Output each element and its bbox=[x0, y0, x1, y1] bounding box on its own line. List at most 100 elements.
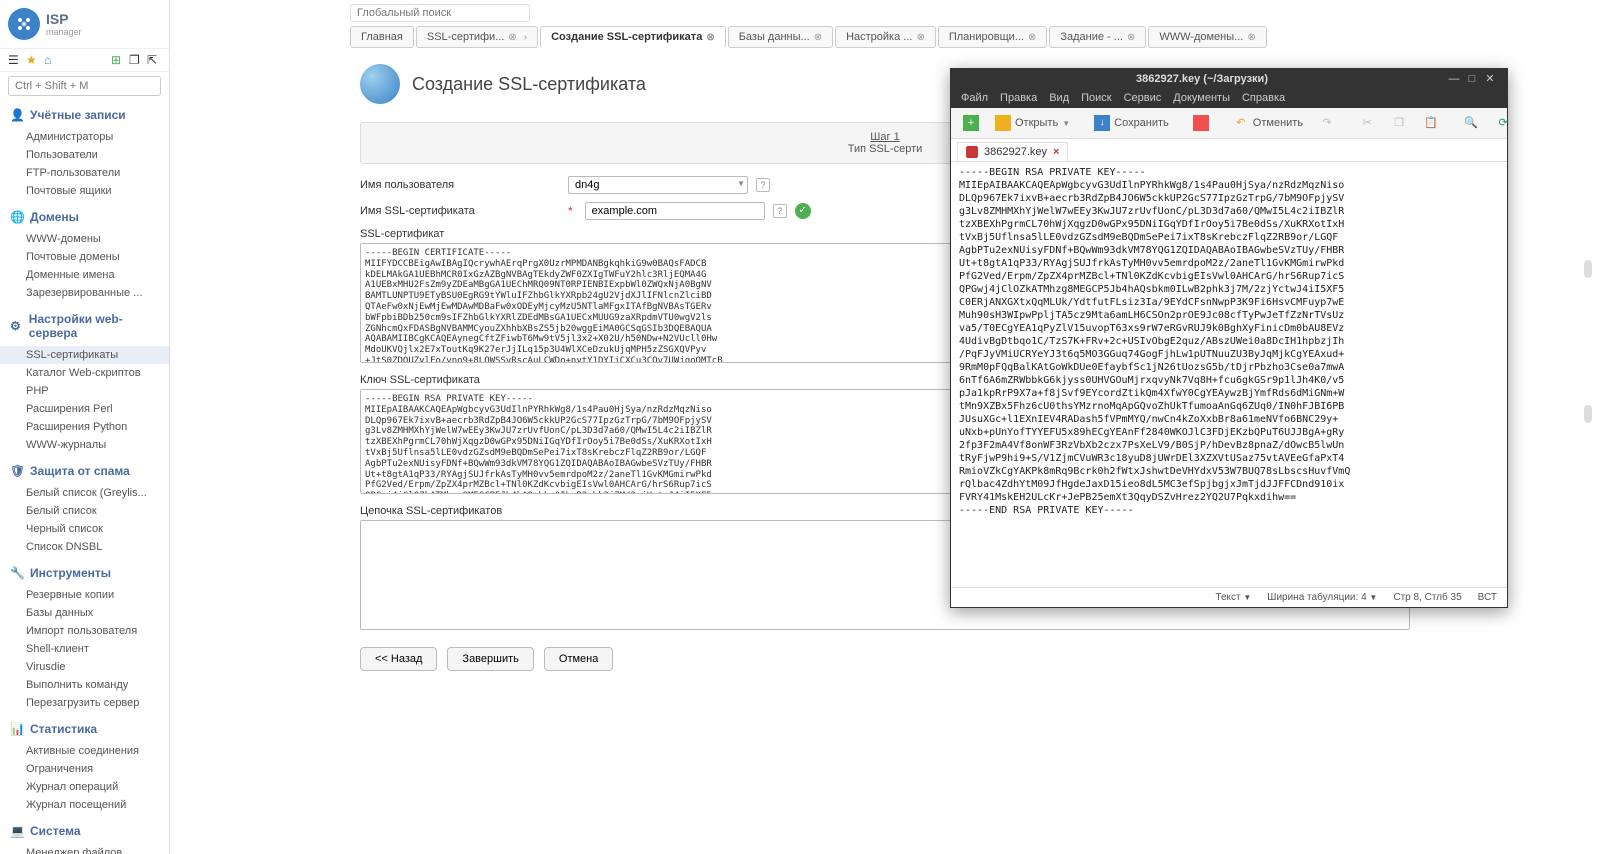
close-tab-icon[interactable]: × bbox=[1053, 146, 1059, 158]
status-tab-width[interactable]: Ширина табуляции: 4 ▼ bbox=[1267, 592, 1377, 603]
user-input[interactable] bbox=[568, 176, 748, 194]
close-icon[interactable]: ✕ bbox=[1481, 72, 1499, 85]
scrollbar-thumb[interactable] bbox=[1584, 260, 1592, 278]
menu-group-3[interactable]: 🛡Защита от спама bbox=[0, 458, 169, 484]
status-mode[interactable]: Текст ▼ bbox=[1215, 592, 1251, 603]
open-button[interactable]: Открыть▼ bbox=[991, 113, 1074, 133]
close-icon[interactable]: ⊗ bbox=[1028, 32, 1036, 43]
file-icon bbox=[966, 146, 978, 158]
print-button[interactable] bbox=[1189, 113, 1213, 133]
scrollbar-thumb[interactable] bbox=[1584, 405, 1592, 423]
close-icon[interactable]: ⊗ bbox=[814, 32, 822, 43]
list-icon[interactable]: ☰ bbox=[8, 53, 22, 67]
menu-item[interactable]: Зарезервированные ... bbox=[0, 284, 169, 302]
menu-item[interactable]: Ограничения bbox=[0, 760, 169, 778]
menu-item[interactable]: Администраторы bbox=[0, 128, 169, 146]
menu-Вид[interactable]: Вид bbox=[1049, 92, 1069, 104]
close-icon[interactable]: ⊗ bbox=[706, 32, 714, 43]
menu-item[interactable]: Список DNSBL bbox=[0, 538, 169, 556]
menu-item[interactable]: Черный список bbox=[0, 520, 169, 538]
replace-button[interactable]: ⟳ bbox=[1491, 113, 1515, 133]
menu-item[interactable]: Импорт пользователя bbox=[0, 622, 169, 640]
close-icon[interactable]: ⊗ bbox=[1127, 32, 1135, 43]
home-icon[interactable]: ⌂ bbox=[44, 53, 58, 67]
copy-icon[interactable]: ❐ bbox=[129, 53, 143, 67]
menu-item[interactable]: Почтовые домены bbox=[0, 248, 169, 266]
menu-item[interactable]: Virusdie bbox=[0, 658, 169, 676]
menu-Файл[interactable]: Файл bbox=[961, 92, 988, 104]
menu-item[interactable]: Журнал операций bbox=[0, 778, 169, 796]
menu-item[interactable]: Белый список bbox=[0, 502, 169, 520]
name-input[interactable] bbox=[585, 202, 765, 220]
menu-item[interactable]: WWW-домены bbox=[0, 230, 169, 248]
tab-4[interactable]: Настройка ...⊗ bbox=[835, 26, 936, 48]
menu-Документы[interactable]: Документы bbox=[1173, 92, 1230, 104]
menu-item[interactable]: Расширения Perl bbox=[0, 400, 169, 418]
add-icon[interactable]: ⊞ bbox=[111, 53, 125, 67]
menu-group-4[interactable]: 🔧Инструменты bbox=[0, 560, 169, 586]
menu-item[interactable]: Расширения Python bbox=[0, 418, 169, 436]
editor-titlebar[interactable]: 3862927.key (~/Загрузки) — □ ✕ bbox=[951, 69, 1507, 88]
menu-item[interactable]: Менеджер файлов bbox=[0, 844, 169, 854]
tab-1[interactable]: SSL-сертифи...⊗› bbox=[416, 26, 538, 48]
cancel-button[interactable]: Отмена bbox=[544, 647, 613, 671]
search-button[interactable]: 🔍 bbox=[1459, 113, 1483, 133]
menu-group-5[interactable]: 📊Статистика bbox=[0, 716, 169, 742]
menu-item[interactable]: Белый список (Greylis... bbox=[0, 484, 169, 502]
editor-body[interactable]: -----BEGIN RSA PRIVATE KEY----- MIIEpAIB… bbox=[951, 162, 1507, 587]
tab-3[interactable]: Базы данны...⊗ bbox=[728, 26, 833, 48]
menu-item[interactable]: Резервные копии bbox=[0, 586, 169, 604]
menu-item[interactable]: WWW-журналы bbox=[0, 436, 169, 454]
menu-group-2[interactable]: ⚙Настройки web-сервера bbox=[0, 306, 169, 346]
chevron-down-icon[interactable]: ▼ bbox=[737, 179, 745, 188]
minimize-icon[interactable]: — bbox=[1445, 73, 1463, 85]
menu-item[interactable]: Доменные имена bbox=[0, 266, 169, 284]
tab-0[interactable]: Главная bbox=[350, 26, 414, 48]
menu-item[interactable]: PHP bbox=[0, 382, 169, 400]
tab-6[interactable]: Задание - ...⊗ bbox=[1049, 26, 1146, 48]
new-file-button[interactable]: + bbox=[959, 113, 983, 133]
paste-button[interactable]: 📋 bbox=[1419, 113, 1443, 133]
save-button[interactable]: ↓Сохранить bbox=[1090, 113, 1173, 133]
menu-Поиск[interactable]: Поиск bbox=[1081, 92, 1111, 104]
menu-item[interactable]: Выполнить команду bbox=[0, 676, 169, 694]
back-button[interactable]: << Назад bbox=[360, 647, 437, 671]
editor-tab-bar: 3862927.key × bbox=[951, 139, 1507, 162]
menu-item[interactable]: Shell-клиент bbox=[0, 640, 169, 658]
menu-Справка[interactable]: Справка bbox=[1242, 92, 1285, 104]
undo-button[interactable]: ↶Отменить bbox=[1229, 113, 1307, 133]
finish-button[interactable]: Завершить bbox=[447, 647, 533, 671]
menu-item[interactable]: FTP-пользователи bbox=[0, 164, 169, 182]
global-search-input[interactable] bbox=[350, 4, 530, 22]
menu-item[interactable]: Базы данных bbox=[0, 604, 169, 622]
menu-item[interactable]: Активные соединения bbox=[0, 742, 169, 760]
menu-Сервис[interactable]: Сервис bbox=[1124, 92, 1162, 104]
menu-group-1[interactable]: 🌐Домены bbox=[0, 204, 169, 230]
sidebar-search-input[interactable] bbox=[8, 76, 161, 96]
menu-group-0[interactable]: 👤Учётные записи bbox=[0, 102, 169, 128]
collapse-icon[interactable]: ⇱ bbox=[147, 53, 161, 67]
menu-item[interactable]: SSL-сертификаты bbox=[0, 346, 169, 364]
star-icon[interactable]: ★ bbox=[26, 53, 40, 67]
copy-button[interactable]: ❐ bbox=[1387, 113, 1411, 133]
close-icon[interactable]: ⊗ bbox=[916, 32, 924, 43]
close-icon[interactable]: ⊗ bbox=[508, 32, 516, 43]
help-icon[interactable]: ? bbox=[773, 204, 787, 218]
menu-item[interactable]: Почтовые ящики bbox=[0, 182, 169, 200]
redo-button[interactable]: ↷ bbox=[1315, 113, 1339, 133]
tab-5[interactable]: Планировщи...⊗ bbox=[938, 26, 1048, 48]
menu-item[interactable]: Перезагрузить сервер bbox=[0, 694, 169, 712]
tab-2[interactable]: Создание SSL-сертификата⊗ bbox=[540, 26, 726, 48]
cut-button[interactable]: ✂ bbox=[1355, 113, 1379, 133]
step-link[interactable]: Шаг 1 bbox=[870, 131, 899, 143]
tab-7[interactable]: WWW-домены...⊗ bbox=[1148, 26, 1266, 48]
menu-item[interactable]: Журнал посещений bbox=[0, 796, 169, 814]
close-icon[interactable]: ⊗ bbox=[1247, 32, 1255, 43]
maximize-icon[interactable]: □ bbox=[1463, 73, 1481, 85]
menu-Правка[interactable]: Правка bbox=[1000, 92, 1037, 104]
menu-item[interactable]: Каталог Web-скриптов bbox=[0, 364, 169, 382]
help-icon[interactable]: ? bbox=[756, 178, 770, 192]
editor-tab[interactable]: 3862927.key × bbox=[957, 142, 1068, 161]
menu-group-6[interactable]: 💻Система bbox=[0, 818, 169, 844]
menu-item[interactable]: Пользователи bbox=[0, 146, 169, 164]
